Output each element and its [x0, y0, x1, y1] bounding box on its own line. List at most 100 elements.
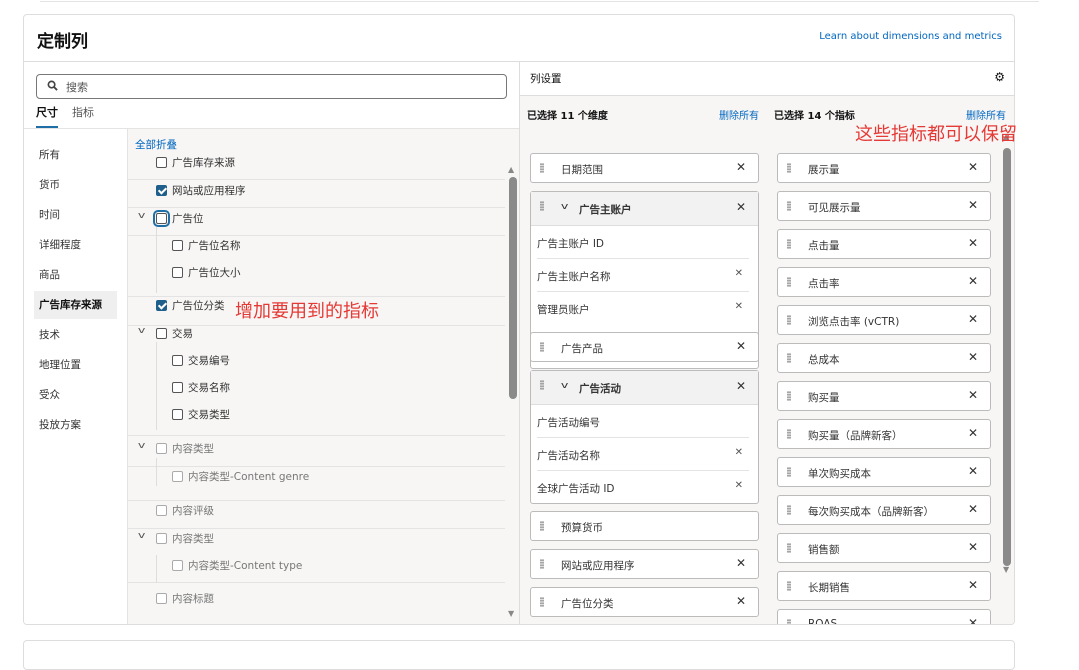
close-icon[interactable]: ✕	[736, 556, 746, 570]
close-icon[interactable]: ✕	[968, 540, 978, 554]
checkbox[interactable]	[172, 559, 183, 571]
nav-item[interactable]: 技术	[34, 321, 117, 349]
tab-dimensions[interactable]: 尺寸	[36, 104, 58, 129]
dimension-item[interactable]: 广告位名称	[172, 235, 241, 255]
nav-item[interactable]: 投放方案	[34, 411, 117, 439]
selected-dimension[interactable]: v 广告活动 ✕ 广告活动编号 广告活动名称 ✕ 全球广告活动 ID ✕	[530, 370, 759, 504]
dimension-item[interactable]: 交易	[156, 323, 193, 343]
checkbox[interactable]	[156, 504, 167, 516]
close-icon[interactable]: ✕	[968, 198, 978, 212]
selected-metric[interactable]: 长期销售 ✕	[777, 571, 991, 601]
checkbox[interactable]	[156, 327, 167, 339]
chevron-down-icon[interactable]: v	[138, 441, 145, 451]
close-icon[interactable]: ✕	[968, 312, 978, 326]
drag-handle-icon[interactable]	[540, 521, 544, 531]
close-icon[interactable]: ✕	[735, 301, 743, 312]
drag-handle-icon[interactable]	[540, 380, 544, 390]
close-icon[interactable]: ✕	[968, 274, 978, 288]
dimension-item[interactable]: 网站或应用程序	[156, 180, 246, 200]
tab-metrics[interactable]: 指标	[72, 104, 94, 129]
chevron-down-icon[interactable]: v	[561, 202, 568, 212]
dimension-item[interactable]: 广告位大小	[172, 262, 241, 282]
close-icon[interactable]: ✕	[968, 388, 978, 402]
dimension-item[interactable]: 交易编号	[172, 350, 230, 370]
selected-dimension[interactable]: 日期范围 ✕	[530, 153, 759, 183]
dimension-item[interactable]: 内容类型-Content genre	[172, 466, 309, 486]
checkbox[interactable]	[172, 381, 183, 393]
dimension-item[interactable]: 交易名称	[172, 377, 230, 397]
checkbox[interactable]	[172, 470, 183, 482]
nav-item[interactable]: 受众	[34, 381, 117, 409]
selected-metric[interactable]: 浏览点击率 (vCTR) ✕	[777, 305, 991, 335]
chevron-down-icon[interactable]: v	[561, 381, 568, 391]
dimension-item[interactable]: 交易类型	[172, 404, 230, 424]
selected-metric[interactable]: ROAS ✕	[777, 609, 991, 624]
remove-all-dimensions-button[interactable]: 删除所有	[719, 107, 759, 122]
nav-item[interactable]: 货币	[34, 171, 117, 199]
search-input[interactable]: 搜索	[36, 74, 507, 99]
selected-metric[interactable]: 单次购买成本 ✕	[777, 457, 991, 487]
drag-handle-icon[interactable]	[787, 315, 791, 325]
drag-handle-icon[interactable]	[540, 342, 544, 352]
metrics-scrollbar[interactable]	[1003, 148, 1011, 566]
selected-dimension[interactable]: 网站或应用程序 ✕	[530, 549, 759, 579]
close-icon[interactable]: ✕	[968, 350, 978, 364]
checkbox[interactable]	[172, 239, 183, 251]
selected-metric[interactable]: 销售额 ✕	[777, 533, 991, 563]
dimension-list[interactable]: 全部折叠 ▲ ▼ 广告库存来源 网站或应用程序 广告位 v 广告位名称 广告位大小 广告位分…	[127, 128, 519, 624]
close-icon[interactable]: ✕	[735, 480, 743, 491]
close-icon[interactable]: ✕	[735, 447, 743, 458]
nav-item[interactable]: 所有	[34, 141, 117, 169]
checkbox[interactable]	[153, 209, 170, 227]
selected-dimension[interactable]: 广告位分类 ✕	[530, 587, 759, 617]
group-header[interactable]: v 广告主账户 ✕	[531, 192, 758, 226]
close-icon[interactable]: ✕	[968, 616, 978, 624]
dimension-item[interactable]: 内容类型	[156, 528, 214, 548]
close-icon[interactable]: ✕	[968, 464, 978, 478]
checkbox[interactable]	[156, 156, 167, 168]
checkbox[interactable]	[156, 592, 167, 604]
drag-handle-icon[interactable]	[540, 559, 544, 569]
close-icon[interactable]: ✕	[736, 379, 746, 393]
nav-item[interactable]: 时间	[34, 201, 117, 229]
selected-metric[interactable]: 总成本 ✕	[777, 343, 991, 373]
drag-handle-icon[interactable]	[787, 391, 791, 401]
drag-handle-icon[interactable]	[540, 163, 544, 173]
checkbox[interactable]	[156, 532, 167, 544]
group-header[interactable]: v 广告活动 ✕	[531, 371, 758, 405]
dimension-item[interactable]: 内容评级	[156, 500, 214, 520]
close-icon[interactable]: ✕	[968, 426, 978, 440]
dimension-item[interactable]: 内容类型-Content type	[172, 555, 302, 575]
chevron-down-icon[interactable]: v	[138, 531, 145, 541]
drag-handle-icon[interactable]	[787, 277, 791, 287]
selected-metric[interactable]: 展示量 ✕	[777, 153, 991, 183]
gear-icon[interactable]: ⚙	[994, 70, 1005, 84]
close-icon[interactable]: ✕	[736, 200, 746, 214]
checkbox[interactable]	[156, 184, 167, 196]
scrollbar[interactable]	[509, 177, 517, 399]
selected-metric[interactable]: 点击量 ✕	[777, 229, 991, 259]
checkbox[interactable]	[156, 442, 167, 454]
drag-handle-icon[interactable]	[540, 597, 544, 607]
selected-metric[interactable]: 购买量 ✕	[777, 381, 991, 411]
chevron-down-icon[interactable]: v	[138, 211, 145, 221]
dimension-item[interactable]: 内容标题	[156, 588, 214, 608]
close-icon[interactable]: ✕	[735, 268, 743, 279]
drag-handle-icon[interactable]	[787, 467, 791, 477]
drag-handle-icon[interactable]	[787, 581, 791, 591]
dimension-item[interactable]: 广告库存来源	[156, 152, 235, 172]
scroll-down-icon[interactable]: ▼	[508, 609, 514, 618]
selected-metric[interactable]: 点击率 ✕	[777, 267, 991, 297]
close-icon[interactable]: ✕	[968, 502, 978, 516]
selected-dimension[interactable]: 预算货币	[530, 511, 759, 541]
drag-handle-icon[interactable]	[787, 619, 791, 624]
chevron-down-icon[interactable]: v	[138, 326, 145, 336]
checkbox[interactable]	[156, 299, 167, 311]
drag-handle-icon[interactable]	[787, 353, 791, 363]
dimension-item[interactable]: 广告位	[153, 208, 204, 228]
dimension-item[interactable]: 广告位分类	[156, 295, 225, 315]
drag-handle-icon[interactable]	[787, 163, 791, 173]
checkbox[interactable]	[172, 408, 183, 420]
drag-handle-icon[interactable]	[787, 239, 791, 249]
dimension-item[interactable]: 内容类型	[156, 438, 214, 458]
